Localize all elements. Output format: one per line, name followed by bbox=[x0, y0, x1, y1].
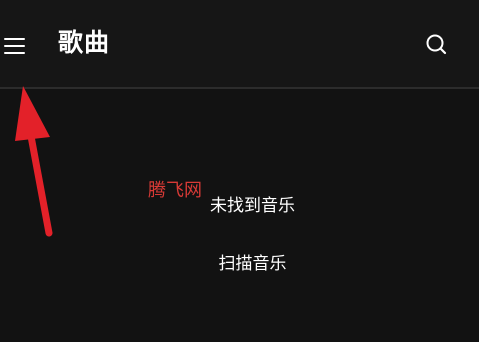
empty-message: 未找到音乐 bbox=[210, 196, 295, 216]
search-icon[interactable] bbox=[421, 30, 451, 60]
app-bar: 歌曲 bbox=[0, 0, 479, 87]
menu-line bbox=[4, 45, 25, 47]
empty-state: 未找到音乐 扫描音乐 bbox=[0, 89, 479, 342]
page-title: 歌曲 bbox=[58, 28, 111, 57]
scan-music-button[interactable]: 扫描音乐 bbox=[200, 251, 305, 277]
menu-line bbox=[4, 52, 25, 54]
watermark-text: 腾飞网 bbox=[148, 180, 202, 201]
hamburger-menu-icon[interactable] bbox=[0, 26, 32, 62]
menu-line bbox=[4, 38, 25, 40]
